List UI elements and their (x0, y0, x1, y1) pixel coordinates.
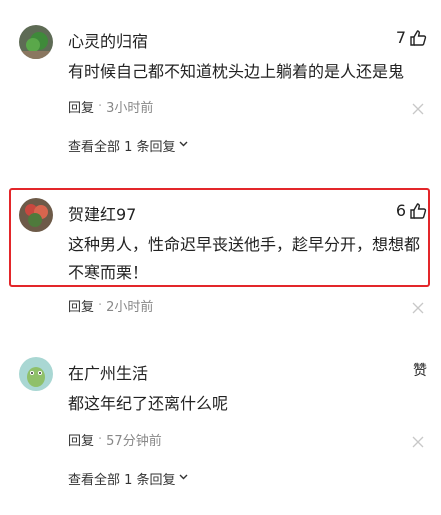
timestamp: 57分钟前 (106, 434, 162, 449)
timestamp: 3小时前 (106, 101, 154, 116)
chevron-down-icon (178, 138, 189, 153)
avatar[interactable] (19, 25, 53, 59)
separator: · (98, 298, 103, 313)
username[interactable]: 在广州生活 (68, 360, 148, 384)
comment-text: 这种男人，性命迟早丧送他手，趁早分开，想想都不寒而栗！ (68, 235, 421, 282)
reply-button[interactable]: 回复 (68, 296, 94, 315)
comment-text: 有时候自己都不知道枕头边上躺着的是人还是鬼 (68, 62, 405, 81)
chevron-down-icon (178, 471, 189, 486)
like-button[interactable]: 7 (396, 28, 427, 47)
avatar[interactable] (19, 357, 53, 391)
like-label: 赞 (413, 363, 427, 379)
close-icon[interactable] (412, 100, 424, 115)
view-replies-label: 查看全部 1 条回复 (68, 473, 176, 488)
like-count: 6 (395, 201, 406, 220)
view-replies-label: 查看全部 1 条回复 (68, 140, 176, 155)
reply-button[interactable]: 回复 (68, 430, 94, 449)
comment-meta: 回复 · 3小时前 (68, 97, 153, 116)
view-replies-link[interactable]: 查看全部 1 条回复 (68, 469, 189, 488)
avatar[interactable] (19, 198, 53, 232)
separator: · (98, 432, 103, 447)
timestamp: 2小时前 (106, 300, 154, 315)
reply-button[interactable]: 回复 (68, 97, 94, 116)
close-icon[interactable] (412, 433, 424, 448)
like-button[interactable]: 赞 (413, 360, 427, 380)
view-replies-link[interactable]: 查看全部 1 条回复 (68, 136, 189, 155)
like-count: 7 (395, 28, 406, 47)
comment-meta: 回复 · 57分钟前 (68, 430, 162, 449)
separator: · (98, 99, 103, 114)
comment-meta: 回复 · 2小时前 (68, 296, 153, 315)
username[interactable]: 心灵的归宿 (68, 28, 148, 52)
comment-text: 都这年纪了还离什么呢 (68, 394, 229, 413)
thumbs-up-icon (409, 202, 427, 220)
username[interactable]: 贺建红97 (68, 201, 136, 225)
like-button[interactable]: 6 (396, 201, 427, 220)
thumbs-up-icon (409, 29, 427, 47)
close-icon[interactable] (412, 299, 424, 314)
